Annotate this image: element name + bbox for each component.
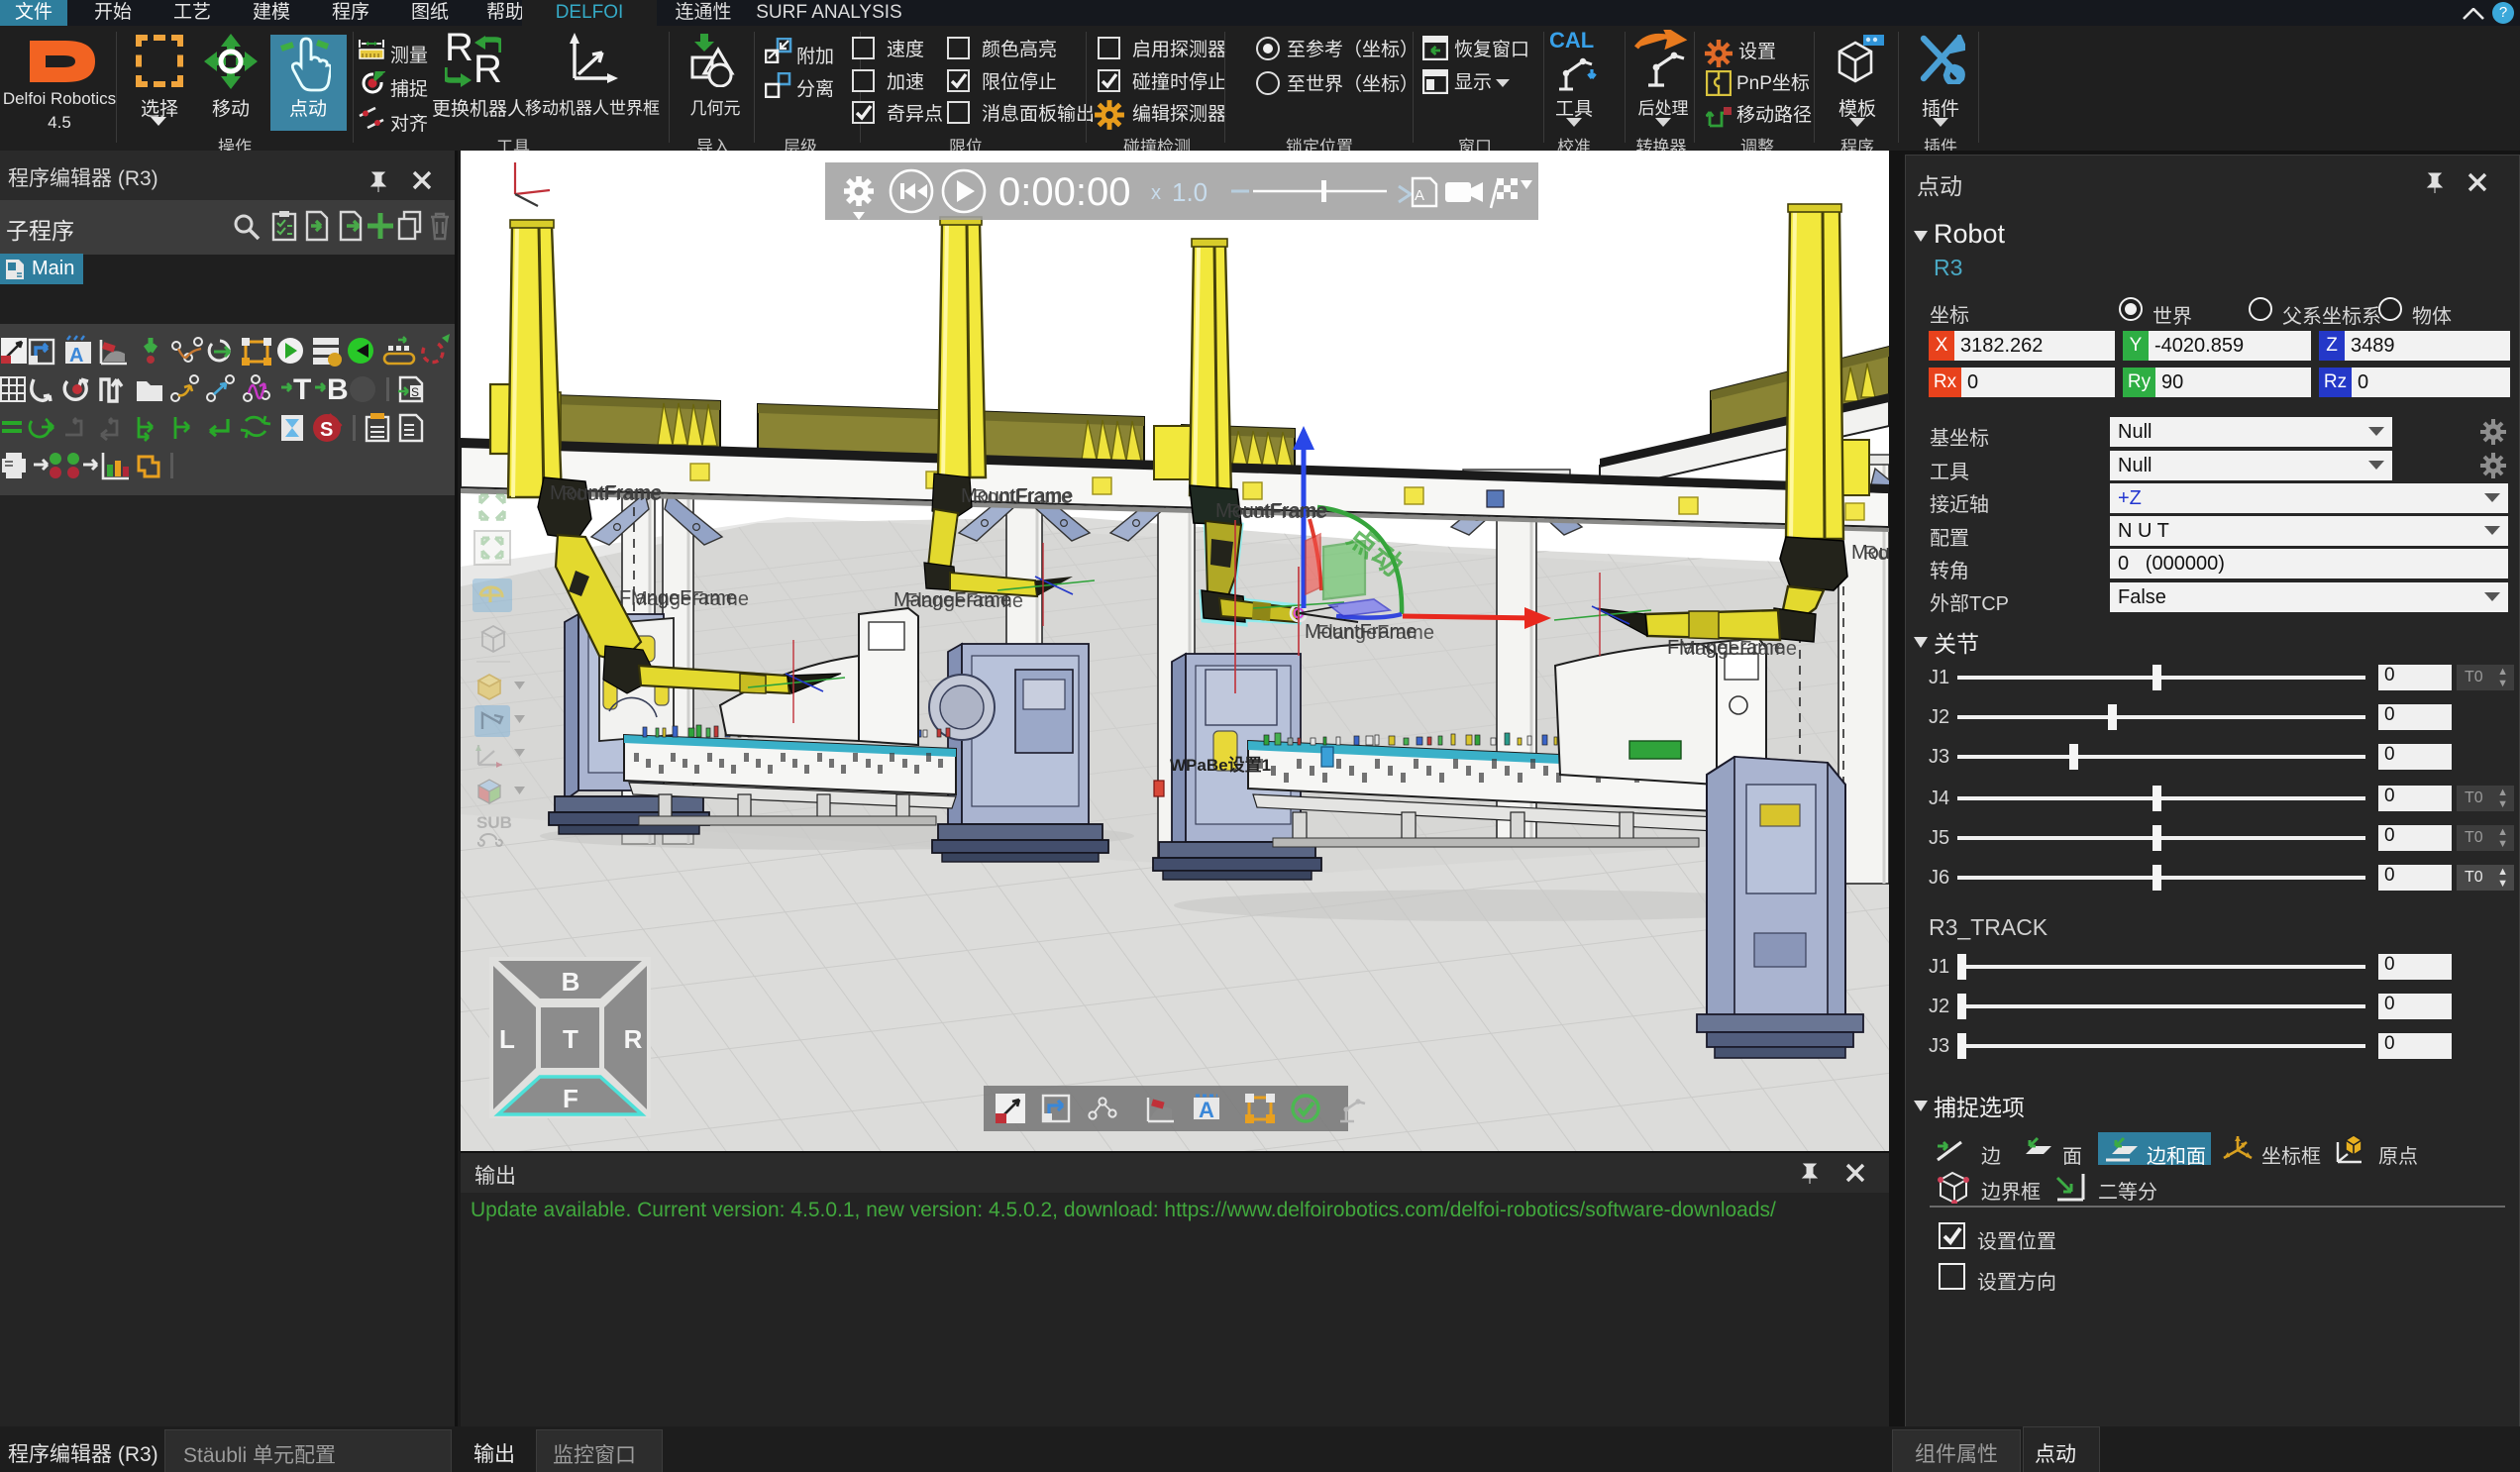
svg-text:MangeFrame: MangeFrame — [631, 588, 749, 610]
svg-text:A: A — [1415, 187, 1424, 204]
svg-text:T: T — [563, 1024, 578, 1054]
svg-text:WPaBe设置1: WPaBe设置1 — [1170, 756, 1271, 775]
svg-text:S: S — [320, 419, 333, 441]
svg-text:1.0: 1.0 — [1172, 177, 1208, 207]
svg-text:RootFrame: RootFrame — [1227, 501, 1326, 523]
svg-text:B: B — [327, 373, 349, 406]
svg-text:S: S — [411, 385, 419, 399]
svg-text:B: B — [562, 967, 580, 997]
svg-text:0:00:00: 0:00:00 — [998, 170, 1130, 214]
svg-text:FlangeFrame: FlangeFrame — [905, 590, 1023, 612]
svg-text:F: F — [563, 1084, 578, 1113]
svg-text:x: x — [1151, 182, 1161, 204]
svg-text:MangeFrame: MangeFrame — [1679, 638, 1797, 660]
svg-text:A: A — [1199, 1098, 1214, 1122]
svg-text:FlangeFrame: FlangeFrame — [1316, 622, 1434, 644]
svg-text:A: A — [69, 345, 83, 367]
svg-text:SUB: SUB — [476, 813, 512, 832]
svg-text:RootFrame: RootFrame — [562, 483, 661, 505]
svg-text:RootFra: RootFra — [1863, 543, 1889, 565]
svg-text:R: R — [624, 1024, 643, 1054]
svg-text:T: T — [293, 373, 311, 406]
svg-text:L: L — [499, 1024, 515, 1054]
svg-text:RootFrame: RootFrame — [973, 486, 1072, 508]
